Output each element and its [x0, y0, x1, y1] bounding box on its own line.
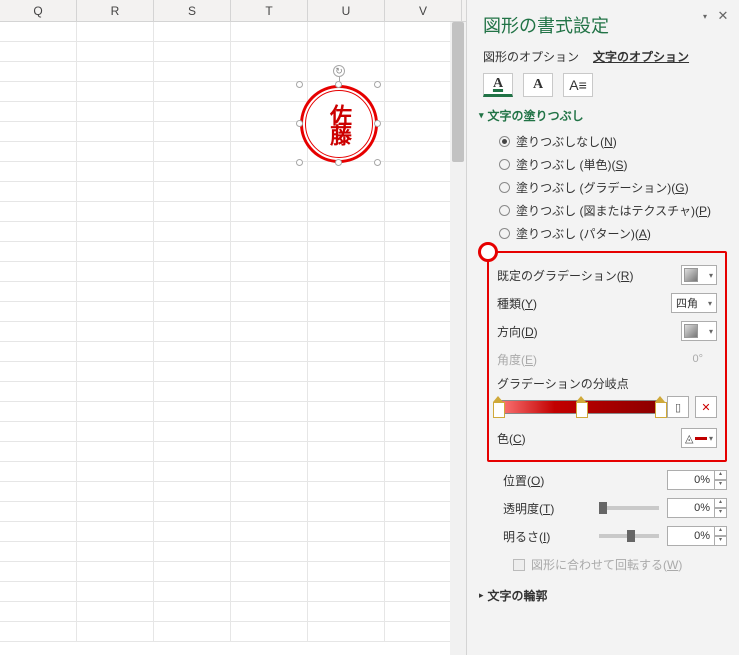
col-header[interactable]: Q — [0, 0, 77, 21]
rotate-handle-icon[interactable]: ↻ — [333, 65, 345, 77]
label-brightness: 明るさ(I) — [503, 528, 550, 545]
resize-handle[interactable] — [296, 159, 303, 166]
transparency-slider[interactable] — [599, 506, 659, 510]
spin-up[interactable]: ▴ — [714, 498, 727, 508]
radio-solid-fill[interactable]: 塗りつぶし (単色)(S) — [499, 153, 727, 176]
close-icon[interactable]: ✕ — [715, 8, 731, 24]
label-preset-gradient: 既定のグラデーション(R) — [497, 267, 633, 284]
remove-gradient-stop-button[interactable]: ✕ — [695, 396, 717, 418]
spin-up[interactable]: ▴ — [714, 470, 727, 480]
section-text-outline[interactable]: ▸文字の輪郭 — [479, 587, 727, 604]
col-header[interactable]: T — [231, 0, 308, 21]
brightness-input[interactable]: 0% — [667, 526, 715, 546]
panel-menu-icon[interactable]: ▾ — [703, 12, 707, 21]
tab-shape-options[interactable]: 図形のオプション — [483, 48, 579, 65]
add-gradient-stop-button[interactable]: ▯ — [667, 396, 689, 418]
transparency-input[interactable]: 0% — [667, 498, 715, 518]
spreadsheet-area[interactable]: Q R S T U V — [0, 0, 467, 655]
highlight-annotation: 既定のグラデーション(R) ▾ 種類(Y) 四角 方向(D) ▾ 角度(E) 0… — [487, 251, 727, 462]
highlight-marker-icon — [478, 242, 498, 262]
direction-dropdown[interactable]: ▾ — [681, 321, 717, 341]
textbox-icon[interactable]: A≡ — [563, 73, 593, 97]
type-dropdown[interactable]: 四角 — [671, 293, 717, 313]
radio-gradient-fill[interactable]: 塗りつぶし (グラデーション)(G) — [499, 176, 727, 199]
gradient-stop[interactable] — [576, 396, 586, 418]
col-header[interactable]: R — [77, 0, 154, 21]
gradient-stop[interactable] — [493, 396, 503, 418]
label-angle: 角度(E) — [497, 351, 537, 368]
resize-handle[interactable] — [374, 120, 381, 127]
resize-handle[interactable] — [335, 159, 342, 166]
text-fill-outline-icon[interactable]: A — [483, 73, 513, 97]
color-picker-button[interactable]: ◬▾ — [681, 428, 717, 448]
radio-no-fill[interactable]: 塗りつぶしなし(N) — [499, 130, 727, 153]
resize-handle[interactable] — [374, 81, 381, 88]
section-text-fill[interactable]: ▾文字の塗りつぶし — [479, 107, 727, 124]
panel-title: 図形の書式設定 — [483, 12, 727, 38]
resize-handle[interactable] — [296, 120, 303, 127]
spin-up[interactable]: ▴ — [714, 526, 727, 536]
radio-pattern-fill[interactable]: 塗りつぶし (パターン)(A) — [499, 222, 727, 245]
label-gradient-stops: グラデーションの分岐点 — [497, 375, 717, 392]
text-effects-icon[interactable]: A — [523, 73, 553, 97]
resize-handle[interactable] — [374, 159, 381, 166]
gradient-stop[interactable] — [655, 396, 665, 418]
col-header[interactable]: S — [154, 0, 231, 21]
stamp-shape[interactable]: ↻ 佐藤 — [300, 85, 378, 163]
gradient-stops-slider[interactable] — [497, 400, 661, 414]
col-header[interactable]: V — [385, 0, 462, 21]
grid[interactable] — [0, 22, 466, 642]
checkbox-rotate-with-shape: 図形に合わせて回転する(W) — [513, 550, 727, 581]
position-input[interactable]: 0% — [667, 470, 715, 490]
resize-handle[interactable] — [296, 81, 303, 88]
label-color: 色(C) — [497, 430, 526, 447]
spin-down[interactable]: ▾ — [714, 536, 727, 546]
angle-input: 0° — [671, 349, 717, 369]
label-type: 種類(Y) — [497, 295, 537, 312]
preset-gradient-dropdown[interactable]: ▾ — [681, 265, 717, 285]
spin-down[interactable]: ▾ — [714, 508, 727, 518]
label-transparency: 透明度(T) — [503, 500, 554, 517]
stamp-text: 佐藤 — [323, 104, 355, 144]
format-shape-panel: ▾ ✕ 図形の書式設定 図形のオプション 文字のオプション A A A≡ ▾文字… — [467, 0, 739, 655]
resize-handle[interactable] — [335, 81, 342, 88]
radio-picture-fill[interactable]: 塗りつぶし (図またはテクスチャ)(P) — [499, 199, 727, 222]
scrollbar-thumb[interactable] — [452, 22, 464, 162]
col-header[interactable]: U — [308, 0, 385, 21]
checkbox-icon — [513, 559, 525, 571]
tab-text-options[interactable]: 文字のオプション — [593, 48, 689, 65]
brightness-slider[interactable] — [599, 534, 659, 538]
column-header-row: Q R S T U V — [0, 0, 466, 22]
label-direction: 方向(D) — [497, 323, 538, 340]
spin-down[interactable]: ▾ — [714, 480, 727, 490]
vertical-scrollbar[interactable] — [450, 22, 466, 655]
label-position: 位置(O) — [503, 472, 544, 489]
